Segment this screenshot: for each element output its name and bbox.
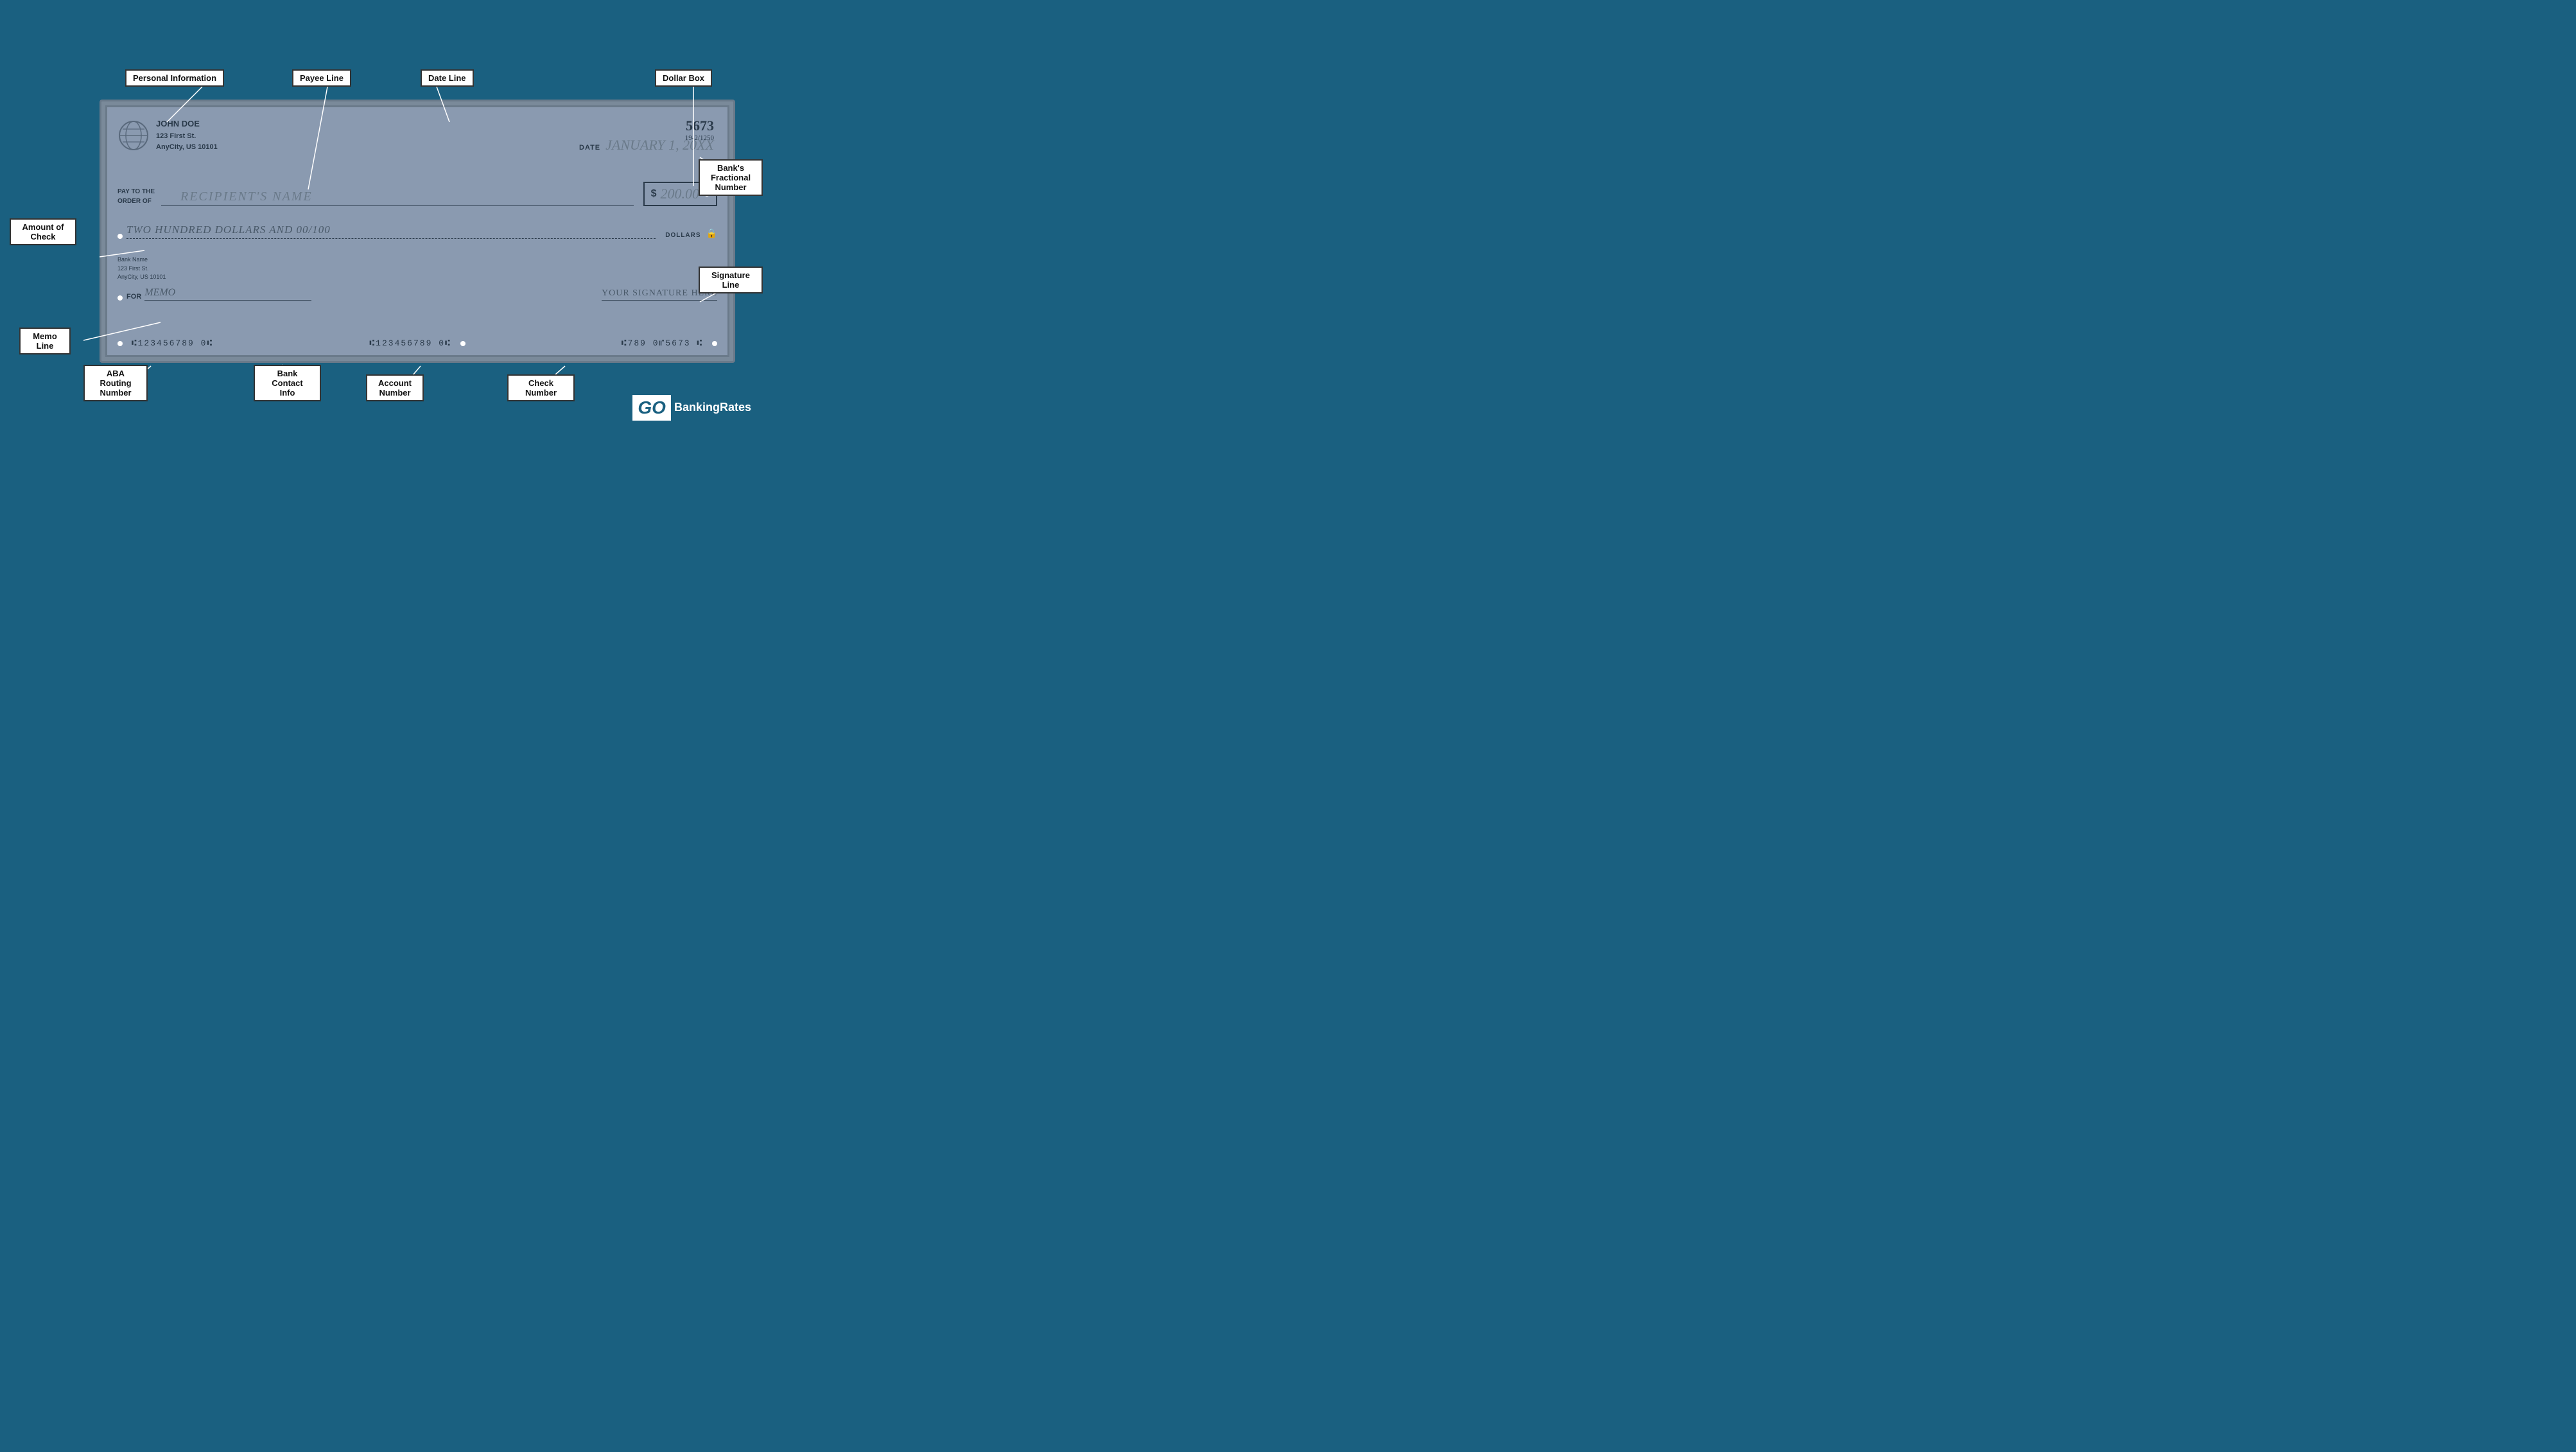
memo-underline <box>144 300 311 301</box>
memo-label: FOR <box>126 293 141 301</box>
date-line-label: Date Line <box>421 69 474 87</box>
bank-address1: 123 First St. <box>117 265 166 274</box>
payee-name: RECIPIENT'S NAME <box>161 189 634 206</box>
bank-address2: AnyCity, US 10101 <box>117 273 166 282</box>
aba-routing-number-label: ABA RoutingNumber <box>83 365 148 401</box>
date-area: DATE JANUARY 1, 20XX <box>579 137 714 153</box>
dollar-box-label: Dollar Box <box>655 69 712 87</box>
owner-address2: AnyCity, US 10101 <box>156 142 218 153</box>
lower-section: Bank Name 123 First St. AnyCity, US 1010… <box>117 256 717 301</box>
owner-info: JOHN DOE 123 First St. AnyCity, US 10101 <box>156 118 218 153</box>
memo-line-label: MemoLine <box>19 328 71 354</box>
bank-contact-info-label: Bank ContactInfo <box>254 365 321 401</box>
memo-line-area: MEMO <box>144 287 311 301</box>
date-label: DATE <box>579 144 600 152</box>
bank-name: Bank Name <box>117 256 166 265</box>
micr-bank-contact: ⑆123456789 0⑆ <box>369 338 465 348</box>
dollars-label: DOLLARS <box>665 232 701 239</box>
date-value: JANUARY 1, 20XX <box>605 137 714 153</box>
personal-information-label: Personal Information <box>125 69 224 87</box>
amount-of-check-label: Amount of Check <box>10 218 76 245</box>
logo-area: GO BankingRates <box>632 395 751 421</box>
owner-name: JOHN DOE <box>156 118 218 131</box>
amount-numeric: 200.00 <box>661 186 700 202</box>
signature-line-label: SignatureLine <box>699 267 763 293</box>
written-amount-area: TWO HUNDRED DOLLARS AND 00/100 DOLLARS 🔒 <box>117 223 717 239</box>
logo-banking-rates: BankingRates <box>674 401 751 415</box>
pay-section: PAY TO THEORDER OF RECIPIENT'S NAME $ 20… <box>117 182 717 206</box>
micr-routing: ⑆123456789 0⑆ <box>117 338 213 348</box>
bank-info: Bank Name 123 First St. AnyCity, US 1010… <box>117 256 166 282</box>
owner-address1: 123 First St. <box>156 131 218 143</box>
written-amount-dot <box>117 234 123 239</box>
memo-value: MEMO <box>144 287 311 299</box>
check-number-label: Check Number <box>507 374 575 401</box>
personal-info-area: JOHN DOE 123 First St. AnyCity, US 10101 <box>117 118 218 153</box>
logo-go: GO <box>632 395 671 421</box>
check-number-value: 5673 <box>685 118 714 134</box>
micr-line: ⑆123456789 0⑆ ⑆123456789 0⑆ ⑆789 0⑈5673 … <box>117 338 717 348</box>
account-number-label: AccountNumber <box>366 374 424 401</box>
amount-written: TWO HUNDRED DOLLARS AND 00/100 <box>126 223 656 239</box>
micr-account-check: ⑆789 0⑈5673 ⑆ <box>622 338 717 348</box>
lock-icon: 🔒 <box>706 228 717 239</box>
bank-contact-dot <box>460 341 466 346</box>
pay-label: PAY TO THEORDER OF <box>117 187 155 206</box>
routing-dot <box>117 341 123 346</box>
payee-line-label: Payee Line <box>292 69 351 87</box>
account-dot <box>712 341 717 346</box>
bank-memo-row: Bank Name 123 First St. AnyCity, US 1010… <box>117 256 717 282</box>
dollar-sign: $ <box>651 188 657 200</box>
check: 5673 19-2/1250 JOHN DOE 123 First St. An… <box>100 100 735 363</box>
memo-dot <box>117 295 123 301</box>
banks-fractional-number-label: Bank'sFractionalNumber <box>699 159 763 196</box>
globe-icon <box>117 119 150 152</box>
logo-text: BankingRates <box>674 401 751 415</box>
memo-signature-row: FOR MEMO YOUR SIGNATURE HERE <box>117 287 717 301</box>
